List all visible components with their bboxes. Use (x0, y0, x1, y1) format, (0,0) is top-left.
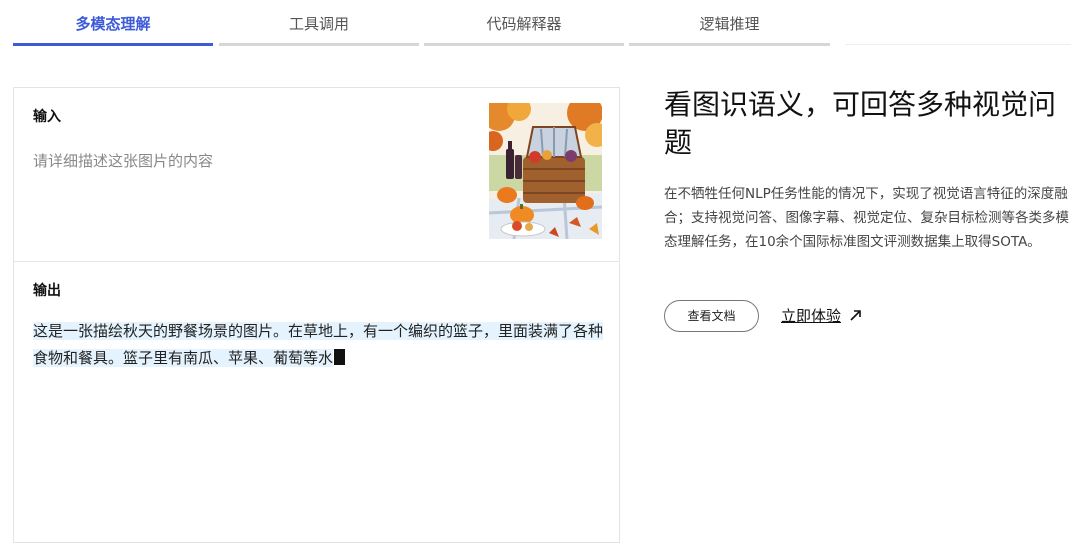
feature-actions: 查看文档 立即体验 (664, 300, 1074, 332)
tab-label: 工具调用 (288, 15, 349, 33)
tab-code-interpreter[interactable]: 代码解释器 (424, 0, 624, 46)
input-prompt: 请详细描述这张图片的内容 (33, 152, 214, 170)
feature-description: 看图识语义，可回答多种视觉问题 在不牺牲任何NLP任务性能的情况下，实现了视觉语… (664, 86, 1074, 254)
tab-tool-calling[interactable]: 工具调用 (219, 0, 419, 46)
output-text-content: 这是一张描绘秋天的野餐场景的图片。在草地上，有一个编织的篮子，里面装满了各种食物… (33, 322, 604, 367)
tab-indicator (629, 43, 830, 46)
feature-text: 在不牺牲任何NLP任务性能的情况下，实现了视觉语言特征的深度融合；支持视觉问答、… (664, 186, 1069, 250)
try-now-link[interactable]: 立即体验 (781, 305, 841, 326)
tab-logical-reasoning[interactable]: 逻辑推理 (629, 0, 830, 46)
picnic-basket-illustration (489, 103, 602, 239)
tab-label: 代码解释器 (486, 15, 562, 33)
input-section: 输入 请详细描述这张图片的内容 (14, 88, 619, 262)
typing-cursor (334, 349, 346, 365)
demo-panel: 输入 请详细描述这张图片的内容 输出 这是一张描绘秋天的野餐场景的图片。在草地上… (13, 87, 620, 543)
input-title: 输入 (33, 109, 61, 125)
output-title: 输出 (33, 283, 61, 299)
output-section: 输出 这是一张描绘秋天的野餐场景的图片。在草地上，有一个编织的篮子，里面装满了各… (14, 262, 619, 542)
tab-indicator (424, 43, 624, 46)
output-text: 这是一张描绘秋天的野餐场景的图片。在草地上，有一个编织的篮子，里面装满了各种食物… (33, 318, 604, 372)
tab-bar: 多模态理解 工具调用 代码解释器 逻辑推理 (13, 0, 1071, 46)
tab-label: 多模态理解 (75, 15, 151, 33)
arrow-up-right-icon[interactable] (849, 308, 863, 322)
tab-indicator (219, 43, 419, 46)
tab-divider (845, 44, 1071, 45)
tab-indicator (13, 43, 213, 46)
view-docs-button[interactable]: 查看文档 (664, 300, 759, 332)
tab-multimodal-understanding[interactable]: 多模态理解 (13, 0, 213, 46)
tab-label: 逻辑推理 (699, 15, 760, 33)
feature-headline: 看图识语义，可回答多种视觉问题 (664, 88, 1057, 159)
input-image (489, 103, 602, 239)
